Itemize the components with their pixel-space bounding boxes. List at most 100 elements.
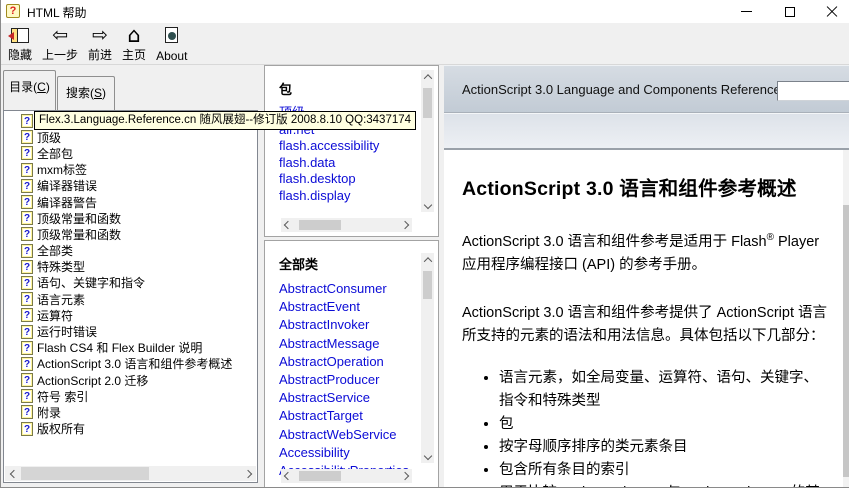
help-topic-icon: ? [21, 163, 33, 177]
back-button[interactable]: ⇦ 上一步 [37, 25, 83, 63]
class-link[interactable]: AbstractConsumer [279, 280, 438, 298]
tree-item[interactable]: ? 全部包 [4, 145, 257, 161]
class-link[interactable]: AbstractOperation [279, 353, 438, 371]
bullet-item: 包 [499, 413, 831, 436]
tree-horizontal-scrollbar[interactable] [5, 466, 256, 481]
tab-search[interactable]: 搜索(S) [57, 76, 115, 110]
bullet-item: 包含所有条目的索引 [499, 459, 831, 482]
scroll-down-icon[interactable] [421, 198, 434, 212]
tab-contents[interactable]: 目录(C) [3, 70, 56, 110]
scroll-left-icon[interactable] [7, 466, 20, 481]
tree-item[interactable]: ? 运算符 [4, 307, 257, 323]
tree-item[interactable]: ? 顶级常量和函数 [4, 210, 257, 226]
tree-item[interactable]: ? 编译器错误 [4, 178, 257, 194]
reference-header-band: ActionScript 3.0 Language and Components… [444, 65, 849, 113]
scroll-left-icon[interactable] [281, 469, 295, 483]
tree-item[interactable]: ? mxm标签 [4, 162, 257, 178]
tree-item[interactable]: ? 语句、关键字和指令 [4, 275, 257, 291]
classes-hscroll-thumb[interactable] [299, 471, 341, 481]
packages-vertical-scrollbar[interactable] [421, 70, 434, 212]
tree-hscroll-thumb[interactable] [21, 467, 149, 480]
forward-arrow-icon: ⇨ [92, 25, 108, 45]
help-topic-icon: ? [21, 422, 33, 436]
class-link[interactable]: AbstractWebService [279, 426, 438, 444]
package-link[interactable]: flash.display [279, 188, 438, 205]
tree-item[interactable]: ? 附录 [4, 404, 257, 420]
minimize-button[interactable] [729, 0, 763, 23]
help-topic-icon: ? [21, 308, 33, 322]
scroll-down-icon[interactable] [421, 449, 434, 463]
reference-search-input[interactable] [777, 81, 849, 101]
scroll-right-icon[interactable] [398, 218, 412, 232]
tree-item[interactable]: ? 语言元素 [4, 291, 257, 307]
scroll-right-icon[interactable] [398, 469, 412, 483]
tree-item[interactable]: ? 全部类 [4, 243, 257, 259]
class-link[interactable]: AbstractService [279, 389, 438, 407]
scroll-left-icon[interactable] [281, 218, 295, 232]
class-link[interactable]: AbstractMessage [279, 335, 438, 353]
about-button[interactable]: About [151, 25, 192, 63]
packages-vscroll-thumb[interactable] [423, 88, 432, 118]
tree-item[interactable]: ? 运行时错误 [4, 323, 257, 339]
tree-item[interactable]: ? 版权所有 [4, 421, 257, 437]
tree-item-tooltip: Flex.3.Language.Reference.cn 随风展翅--修订版 2… [34, 111, 416, 130]
back-label: 上一步 [42, 46, 78, 63]
help-topic-icon: ? [21, 292, 33, 306]
class-link[interactable]: AbstractProducer [279, 371, 438, 389]
scroll-up-icon[interactable] [421, 70, 434, 84]
help-topic-icon: ? [21, 276, 33, 290]
html-help-window: ? HTML 帮助 隐藏 ⇦ 上一步 ⇨ 前进 ⌂ 主页 About [0, 0, 849, 488]
scroll-right-icon[interactable] [241, 466, 254, 481]
help-topic-icon: ? [21, 325, 33, 339]
content-vertical-scrollbar[interactable] [843, 150, 849, 487]
tree-item[interactable]: ? 特殊类型 [4, 259, 257, 275]
tree-item[interactable]: ? 编译器警告 [4, 194, 257, 210]
help-topic-icon: ? [21, 114, 33, 128]
class-link[interactable]: Accessibility [279, 444, 438, 462]
forward-button[interactable]: ⇨ 前进 [83, 25, 117, 63]
help-topic-icon: ? [21, 244, 33, 258]
tree-item[interactable]: ? Flash CS4 和 Flex Builder 说明 [4, 340, 257, 356]
classes-list: AbstractConsumerAbstractEventAbstractInv… [265, 273, 438, 480]
classes-horizontal-scrollbar[interactable] [281, 469, 412, 483]
classes-header: 全部类 [265, 241, 438, 273]
bullet-item: 用于比较 ActionScript 2.0 与 ActionScript 3.0… [499, 482, 831, 487]
tree-item[interactable]: ? ActionScript 3.0 语言和组件参考概述 [4, 356, 257, 372]
packages-panel: 包 顶级air.netflash.accessibilityflash.data… [264, 65, 439, 237]
content-vscroll-thumb[interactable] [843, 205, 849, 477]
tree-item[interactable]: ? 顶级 [4, 129, 257, 145]
tree-item[interactable]: ? 顶级常量和函数 [4, 226, 257, 242]
window-title: HTML 帮助 [27, 4, 87, 21]
close-button[interactable] [815, 0, 849, 23]
tree-item[interactable]: ? ActionScript 2.0 迁移 [4, 372, 257, 388]
tree-item[interactable]: ? 符号 索引 [4, 388, 257, 404]
class-link[interactable]: AbstractEvent [279, 298, 438, 316]
classes-vertical-scrollbar[interactable] [421, 253, 434, 463]
maximize-button[interactable] [773, 0, 807, 23]
toc-tree: ? ? 顶级 ? 全部包 [4, 111, 257, 437]
bullet-item: 按字母顺序排序的类元素条目 [499, 436, 831, 459]
package-link[interactable]: flash.accessibility [279, 138, 438, 155]
sub-header-band [444, 113, 849, 150]
hide-button[interactable]: 隐藏 [3, 25, 37, 63]
about-document-icon [165, 27, 178, 43]
hide-panel-icon [11, 28, 29, 43]
help-topic-icon: ? [21, 405, 33, 419]
help-topic-icon: ? [21, 179, 33, 193]
content-panel: ActionScript 3.0 Language and Components… [444, 65, 849, 487]
class-link[interactable]: AbstractInvoker [279, 316, 438, 334]
classes-vscroll-thumb[interactable] [423, 271, 432, 299]
package-link[interactable]: flash.desktop [279, 171, 438, 188]
overview-bullet-list: 语言元素，如全局变量、运算符、语句、关键字、指令和特殊类型包按字母顺序排序的类元… [499, 367, 831, 487]
package-link[interactable]: flash.data [279, 155, 438, 172]
about-label: About [156, 49, 187, 63]
intro-paragraph: ActionScript 3.0 语言和组件参考是适用于 Flash® Play… [462, 226, 831, 277]
toolbar: 隐藏 ⇦ 上一步 ⇨ 前进 ⌂ 主页 About [1, 23, 849, 65]
help-topic-icon: ? [21, 195, 33, 209]
class-link[interactable]: AbstractTarget [279, 407, 438, 425]
home-button[interactable]: ⌂ 主页 [117, 25, 151, 63]
packages-horizontal-scrollbar[interactable] [281, 218, 412, 232]
packages-hscroll-thumb[interactable] [299, 220, 341, 230]
overview-paragraph: ActionScript 3.0 语言和组件参考提供了 ActionScript… [462, 302, 831, 348]
scroll-up-icon[interactable] [421, 253, 434, 267]
